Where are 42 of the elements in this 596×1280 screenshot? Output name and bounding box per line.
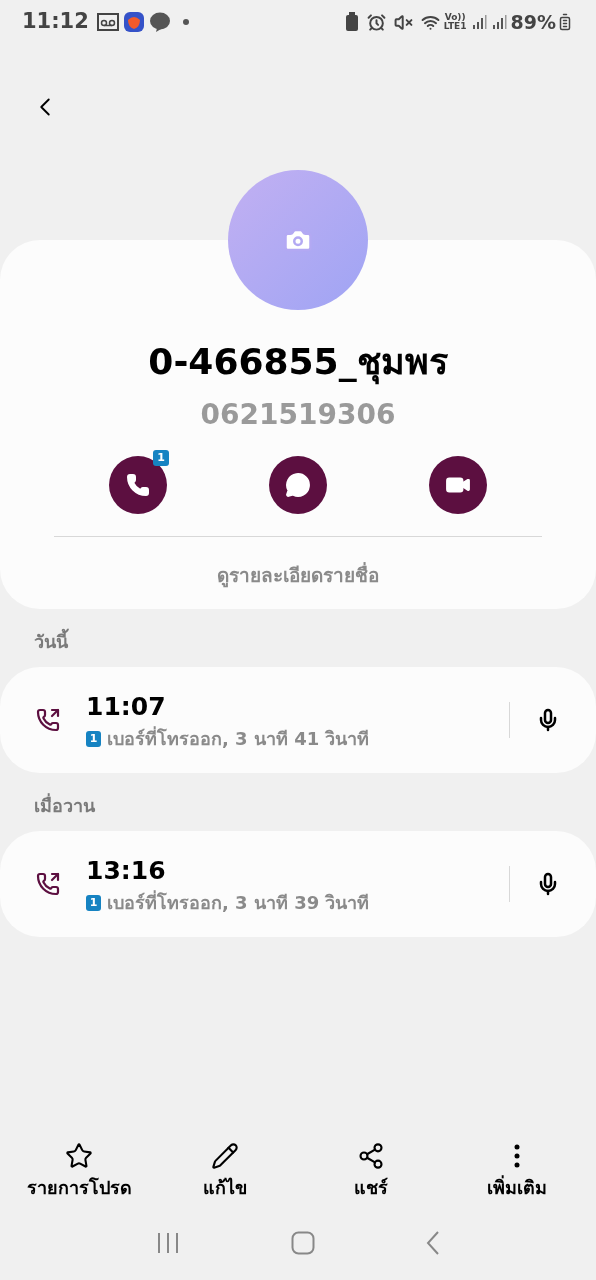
toolbar-button[interactable]: รายการโปรด xyxy=(9,1141,149,1201)
app-icon xyxy=(122,11,145,33)
signal-icon xyxy=(470,14,487,30)
call-time: 13:16 xyxy=(86,854,167,887)
signal-icon xyxy=(490,14,507,30)
sim-badge: 1 xyxy=(153,450,169,466)
call-log-item[interactable]: 11:07 1 เบอร์ที่โทรออก, 3 นาที 41 วินาที xyxy=(0,667,596,773)
date-heading: เมื่อวาน xyxy=(33,792,96,818)
video-call-button[interactable] xyxy=(429,456,487,514)
call-description: เบอร์ที่โทรออก, 3 นาที 41 วินาที xyxy=(107,725,370,752)
star-icon xyxy=(65,1141,93,1170)
alarm-icon xyxy=(366,12,386,32)
pencil-icon xyxy=(211,1141,239,1170)
lte-label: LTE1 xyxy=(443,22,467,31)
call-time: 11:07 xyxy=(86,690,167,723)
back-icon[interactable] xyxy=(426,1231,441,1255)
share-icon xyxy=(357,1141,385,1170)
toolbar-button[interactable]: แก้ไข xyxy=(155,1141,295,1201)
outgoing-call-icon xyxy=(36,872,60,896)
chat-bubble-icon xyxy=(285,472,311,498)
status-time: 11:12 xyxy=(22,8,89,36)
more-icon xyxy=(514,1143,520,1168)
phone-icon xyxy=(126,473,150,497)
call-log-item[interactable]: 13:16 1 เบอร์ที่โทรออก, 3 นาที 39 วินาที xyxy=(0,831,596,937)
home-icon[interactable] xyxy=(291,1231,315,1255)
toolbar-button[interactable]: แชร์ xyxy=(301,1141,441,1201)
battery-percent: 89% xyxy=(510,9,556,35)
voicemail-icon xyxy=(96,13,119,31)
recent-apps-icon[interactable] xyxy=(155,1232,180,1254)
sim-badge: 1 xyxy=(86,894,101,911)
volte-label: Vo)) xyxy=(444,13,466,22)
toolbar-button[interactable]: เพิ่มเติม xyxy=(447,1141,587,1201)
mute-icon xyxy=(393,12,413,32)
message-button[interactable] xyxy=(269,456,327,514)
outgoing-call-icon xyxy=(36,708,60,732)
battery-saver-icon xyxy=(344,12,359,32)
date-heading: วันนี้ xyxy=(33,627,70,654)
phone-number: 0621519306 xyxy=(200,397,396,433)
sim-badge: 1 xyxy=(86,730,101,747)
chat-app-icon xyxy=(148,11,171,33)
contact-name: 0-466855_ชุมพร xyxy=(148,336,448,388)
call-description: เบอร์ที่โทรออก, 3 นาที 39 วินาที xyxy=(107,889,370,916)
